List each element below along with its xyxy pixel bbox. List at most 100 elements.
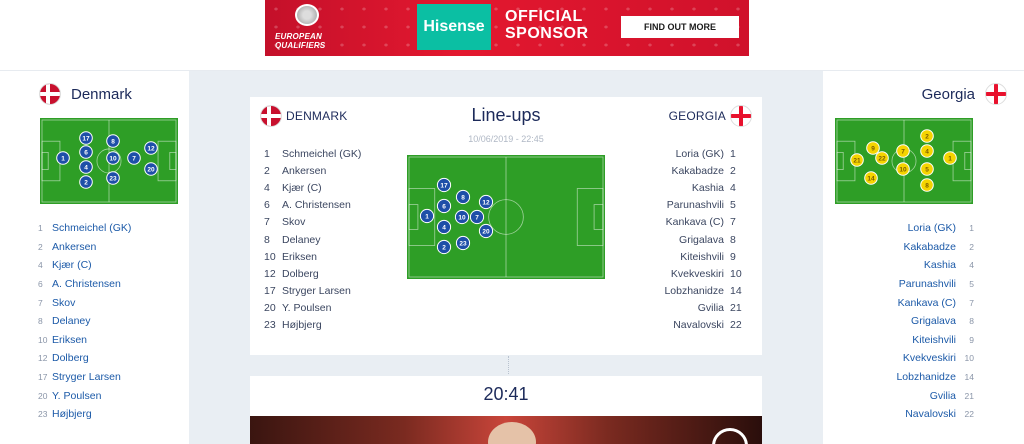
player-marker-number: 7	[132, 155, 136, 162]
player-marker[interactable]: 4	[436, 219, 452, 235]
side-player-item[interactable]: 12 Dolberg	[38, 349, 131, 368]
sponsor-banner[interactable]: EUROPEAN QUALIFIERS Hisense OFFICIAL SPO…	[265, 0, 749, 56]
player-marker[interactable]: 10	[896, 162, 910, 176]
home-team-header[interactable]: Denmark	[0, 80, 180, 108]
event-video[interactable]	[250, 416, 762, 444]
card-player-item[interactable]: Kiteishvili 9	[664, 248, 748, 265]
player-marker[interactable]: 7	[469, 209, 485, 225]
side-player-item[interactable]: 6 A. Christensen	[38, 275, 131, 294]
card-player-item[interactable]: 1 Schmeichel (GK)	[264, 145, 361, 162]
player-marker[interactable]: 6	[436, 198, 452, 214]
card-player-item[interactable]: Grigalava 8	[664, 231, 748, 248]
player-marker[interactable]: 1	[56, 151, 70, 165]
player-name: Parunashvili	[898, 278, 956, 291]
side-player-item[interactable]: Navalovski 22	[834, 405, 974, 424]
side-player-item[interactable]: 10 Eriksen	[38, 331, 131, 350]
player-number: 23	[264, 319, 276, 332]
player-marker[interactable]: 8	[106, 134, 120, 148]
card-player-item[interactable]: 4 Kjær (C)	[264, 179, 361, 196]
player-marker-number: 20	[147, 166, 155, 173]
side-player-item[interactable]: Kakabadze 2	[834, 238, 974, 257]
player-marker[interactable]: 23	[455, 235, 471, 251]
player-marker[interactable]: 1	[943, 151, 957, 165]
player-marker[interactable]: 2	[436, 239, 452, 255]
player-marker[interactable]: 17	[79, 131, 93, 145]
player-name: A. Christensen	[52, 278, 121, 291]
card-player-item[interactable]: 7 Skov	[264, 214, 361, 231]
player-marker[interactable]: 7	[127, 151, 141, 165]
side-player-item[interactable]: Kvekveskiri 10	[834, 349, 974, 368]
card-player-item[interactable]: 6 A. Christensen	[264, 197, 361, 214]
card-player-item[interactable]: Loria (GK) 1	[664, 145, 748, 162]
card-player-item[interactable]: Gvilia 21	[664, 300, 748, 317]
player-marker[interactable]: 22	[875, 151, 889, 165]
card-player-item[interactable]: 10 Eriksen	[264, 248, 361, 265]
player-marker-number: 17	[82, 135, 90, 142]
player-marker[interactable]: 20	[478, 223, 494, 239]
side-player-item[interactable]: 8 Delaney	[38, 312, 131, 331]
player-marker[interactable]: 4	[920, 144, 934, 158]
side-player-item[interactable]: Parunashvili 5	[834, 275, 974, 294]
card-player-item[interactable]: Navalovski 22	[664, 317, 748, 334]
card-player-item[interactable]: 8 Delaney	[264, 231, 361, 248]
player-marker[interactable]: 20	[144, 162, 158, 176]
side-player-item[interactable]: 7 Skov	[38, 293, 131, 312]
side-player-item[interactable]: Gvilia 21	[834, 386, 974, 405]
player-marker[interactable]: 23	[106, 171, 120, 185]
card-player-item[interactable]: Parunashvili 5	[664, 197, 748, 214]
side-player-item[interactable]: 4 Kjær (C)	[38, 256, 131, 275]
player-name: Kakabadze	[903, 240, 956, 253]
player-marker[interactable]: 14	[864, 171, 878, 185]
side-player-item[interactable]: Lobzhanidze 14	[834, 368, 974, 387]
side-player-item[interactable]: Loria (GK) 1	[834, 219, 974, 238]
card-player-item[interactable]: 20 Y. Poulsen	[264, 300, 361, 317]
card-player-item[interactable]: Lobzhanidze 14	[664, 283, 748, 300]
side-player-item[interactable]: Kankava (C) 7	[834, 293, 974, 312]
side-player-item[interactable]: Grigalava 8	[834, 312, 974, 331]
find-out-more-button[interactable]: FIND OUT MORE	[621, 16, 739, 38]
player-marker[interactable]: 2	[920, 129, 934, 143]
card-player-item[interactable]: Kvekveskiri 10	[664, 265, 748, 282]
player-marker[interactable]: 7	[896, 144, 910, 158]
player-marker[interactable]: 6	[79, 145, 93, 159]
side-player-item[interactable]: 2 Ankersen	[38, 238, 131, 257]
player-name: Skov	[282, 216, 306, 229]
player-name: Højbjerg	[282, 319, 322, 332]
player-name: Kashia	[691, 181, 724, 194]
card-player-item[interactable]: 12 Dolberg	[264, 265, 361, 282]
card-player-item[interactable]: 2 Ankersen	[264, 162, 361, 179]
side-player-item[interactable]: 17 Stryger Larsen	[38, 368, 131, 387]
player-marker[interactable]: 10	[454, 209, 470, 225]
player-marker[interactable]: 1	[419, 208, 435, 224]
side-player-item[interactable]: 23 Højbjerg	[38, 405, 131, 424]
player-marker[interactable]: 8	[455, 189, 471, 205]
player-marker[interactable]: 2	[79, 175, 93, 189]
player-marker[interactable]: 4	[79, 160, 93, 174]
play-icon[interactable]	[712, 428, 748, 444]
side-player-item[interactable]: 20 Y. Poulsen	[38, 386, 131, 405]
player-marker[interactable]: 9	[866, 141, 880, 155]
player-marker-number: 4	[84, 164, 88, 171]
side-player-item[interactable]: 1 Schmeichel (GK)	[38, 219, 131, 238]
player-name: Kiteishvili	[912, 333, 956, 346]
player-marker[interactable]: 8	[920, 178, 934, 192]
card-player-item[interactable]: 23 Højbjerg	[264, 317, 361, 334]
away-team-header[interactable]: Georgia	[834, 80, 1014, 108]
player-number: 12	[38, 353, 48, 364]
player-name: Navalovski	[905, 408, 956, 421]
player-marker[interactable]: 10	[106, 151, 120, 165]
card-player-item[interactable]: Kakabadze 2	[664, 162, 748, 179]
card-player-item[interactable]: 17 Stryger Larsen	[264, 283, 361, 300]
card-player-item[interactable]: Kankava (C) 7	[664, 214, 748, 231]
player-number: 17	[264, 285, 276, 298]
player-marker[interactable]: 17	[436, 177, 452, 193]
player-marker[interactable]: 5	[920, 162, 934, 176]
player-marker-number: 8	[925, 182, 929, 189]
side-player-item[interactable]: Kashia 4	[834, 256, 974, 275]
side-player-item[interactable]: Kiteishvili 9	[834, 331, 974, 350]
player-name: Loria (GK)	[675, 147, 724, 160]
player-marker[interactable]: 21	[850, 153, 864, 167]
card-player-item[interactable]: Kashia 4	[664, 179, 748, 196]
player-marker[interactable]: 12	[144, 141, 158, 155]
player-marker[interactable]: 12	[478, 194, 494, 210]
